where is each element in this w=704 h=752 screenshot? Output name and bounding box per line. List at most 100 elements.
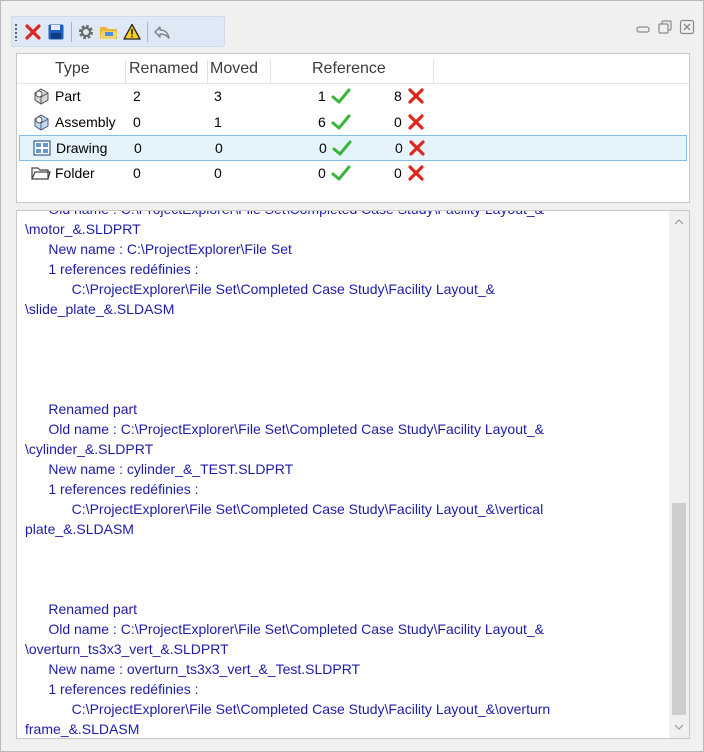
ref-ok-count: 0 — [318, 164, 326, 181]
ref-fail-count: 8 — [394, 88, 402, 104]
check-icon — [331, 113, 351, 134]
header-reference[interactable]: Reference — [312, 60, 386, 78]
toolbar-separator — [71, 21, 72, 42]
moved-cell: 3 — [214, 88, 222, 104]
save-icon — [48, 24, 64, 39]
cross-icon — [407, 164, 425, 185]
log-text: Old name : C:\ProjectExplorer\File Set\C… — [25, 211, 667, 738]
column-separator — [270, 60, 271, 84]
type-cell: Part — [55, 88, 81, 104]
chevron-down-icon — [674, 724, 684, 730]
folder-icon — [100, 26, 118, 39]
log-line: Old name : C:\ProjectExplorer\File Set\C… — [25, 621, 544, 637]
log-line: C:\ProjectExplorer\File Set\Completed Ca… — [25, 281, 495, 297]
close-window-icon — [679, 19, 695, 35]
log-panel[interactable]: Old name : C:\ProjectExplorer\File Set\C… — [16, 210, 690, 739]
close-icon — [25, 23, 41, 40]
log-line: New name : cylinder_&_TEST.SLDPRT — [25, 461, 294, 477]
header-renamed[interactable]: Renamed — [129, 60, 198, 78]
column-separator — [125, 60, 126, 84]
log-line: Renamed part — [25, 401, 138, 417]
log-line: \overturn_ts3x3_vert_&.SLDPRT — [25, 641, 229, 657]
log-line: 1 references redéfinies : — [25, 681, 199, 697]
cross-icon — [408, 139, 426, 160]
column-separator — [207, 60, 208, 84]
folder-icon — [31, 164, 51, 185]
close-button[interactable] — [22, 21, 44, 43]
minimize-button[interactable] — [635, 19, 651, 35]
check-icon — [331, 87, 351, 108]
part-icon — [31, 87, 51, 108]
toolbar-separator — [147, 21, 148, 42]
toolbar-grip[interactable] — [14, 22, 18, 41]
renamed-cell: 0 — [133, 113, 141, 130]
cross-icon — [407, 87, 425, 108]
ref-fail-count: 0 — [395, 140, 403, 156]
table-row[interactable]: Folder 0 0 0 0 — [17, 161, 689, 187]
table-row[interactable]: Assembly 0 1 6 0 — [17, 110, 689, 136]
window-controls — [635, 19, 695, 35]
ref-fail-count: 0 — [394, 164, 402, 181]
scroll-up-button[interactable] — [669, 213, 689, 231]
moved-cell: 0 — [215, 140, 223, 156]
type-cell: Assembly — [55, 113, 116, 130]
grid-header: Type Renamed Moved Reference — [17, 54, 689, 84]
warnings-button[interactable] — [121, 21, 143, 43]
restore-button[interactable] — [657, 19, 673, 35]
moved-cell: 1 — [214, 113, 222, 130]
drawing-icon — [32, 139, 52, 160]
log-line: frame_&.SLDASM — [25, 721, 140, 737]
header-moved[interactable]: Moved — [210, 60, 258, 78]
ref-fail-count: 0 — [394, 113, 402, 130]
save-button[interactable] — [45, 21, 67, 43]
log-line: \motor_&.SLDPRT — [25, 221, 141, 237]
log-line: New name : overturn_ts3x3_vert_&_Test.SL… — [25, 661, 361, 677]
renamed-cell: 0 — [134, 140, 142, 156]
header-type[interactable]: Type — [55, 60, 90, 78]
warning-icon — [123, 23, 141, 40]
log-line: New name : C:\ProjectExplorer\File Set — [25, 241, 292, 257]
restore-icon — [658, 20, 672, 34]
table-row[interactable]: Part 2 3 1 8 — [17, 84, 689, 110]
log-line: plate_&.SLDASM — [25, 521, 134, 537]
close-window-button[interactable] — [679, 19, 695, 35]
log-line: C:\ProjectExplorer\File Set\Completed Ca… — [25, 701, 551, 717]
log-line: 1 references redéfinies : — [25, 481, 199, 497]
settings-button[interactable] — [75, 21, 97, 43]
log-line: 1 references redéfinies : — [25, 261, 199, 277]
log-line: Old name : C:\ProjectExplorer\File Set\C… — [25, 421, 544, 437]
type-cell: Drawing — [56, 140, 108, 156]
renamed-cell: 2 — [133, 88, 141, 104]
log-line: Old name : C:\ProjectExplorer\File Set\C… — [25, 211, 667, 219]
table-row-selected[interactable]: Drawing 0 0 0 0 — [19, 135, 687, 161]
column-separator — [433, 60, 434, 84]
undo-button[interactable] — [151, 21, 173, 43]
renamed-cell: 0 — [133, 164, 141, 181]
vertical-scrollbar[interactable] — [669, 211, 689, 738]
open-folder-button[interactable] — [98, 21, 120, 43]
settings-icon — [79, 24, 93, 39]
type-cell: Folder — [55, 164, 95, 181]
chevron-up-icon — [674, 219, 684, 225]
scroll-down-button[interactable] — [669, 718, 689, 736]
minimize-icon — [636, 26, 650, 33]
log-line: \cylinder_&.SLDPRT — [25, 441, 154, 457]
moved-cell: 0 — [214, 164, 222, 181]
toolbar — [11, 16, 225, 47]
assembly-icon — [31, 113, 51, 134]
cross-icon — [407, 113, 425, 134]
ref-ok-count: 0 — [319, 140, 327, 156]
project-explorer-window: Type Renamed Moved Reference Part 2 3 1 … — [0, 0, 704, 752]
check-icon — [331, 164, 351, 185]
summary-grid: Type Renamed Moved Reference Part 2 3 1 … — [16, 53, 690, 203]
scroll-thumb[interactable] — [672, 503, 686, 715]
ref-ok-count: 1 — [318, 88, 326, 104]
log-line: Renamed part — [25, 601, 138, 617]
log-line: C:\ProjectExplorer\File Set\Completed Ca… — [25, 501, 544, 517]
